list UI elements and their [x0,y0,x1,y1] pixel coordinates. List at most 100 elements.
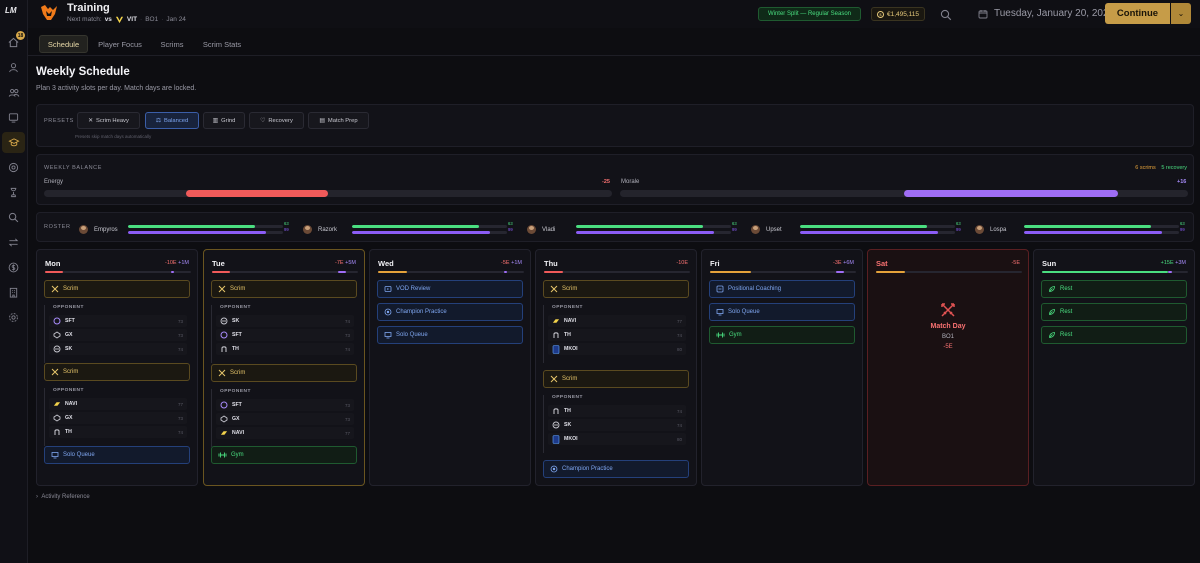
slot-solo-queue[interactable]: Solo Queue [377,326,523,344]
slot-scrim[interactable]: Scrim [211,364,357,382]
activity-reference-label: Activity Reference [41,494,90,500]
tab-scrims[interactable]: Scrims [154,35,190,53]
day-morale-bar-fill [835,271,845,273]
opponent-row[interactable]: GX 73 [49,412,187,424]
opponent-rating: 73 [344,332,350,338]
trophy-icon[interactable] [6,185,21,200]
roster-player[interactable]: Empyros [79,223,118,236]
slot-champion-practice[interactable]: Champion Practice [543,460,689,478]
opponent-row[interactable]: MKOI 80 [548,433,686,445]
day-energy-bar [544,271,690,273]
slot-rest[interactable]: Rest [1041,303,1187,321]
opponent-list: OPPONENT SFT 73 GX 73 SK 74 [44,305,190,363]
slot-solo-queue[interactable]: Solo Queue [44,446,190,464]
opponent-team: TH [564,332,571,338]
opponent-row[interactable]: SFT 73 [216,399,354,411]
opponent-row[interactable]: GX 73 [49,329,187,341]
slot-rest[interactable]: Rest [1041,280,1187,298]
opponent-row[interactable]: NAVI 77 [216,427,354,439]
opponent-rating: 77 [177,401,183,407]
team-navi-icon [53,400,61,408]
slot-solo-queue[interactable]: Solo Queue [709,303,855,321]
opponent-team: GX [65,332,73,338]
inbox-icon[interactable] [6,110,21,125]
team-icon[interactable] [6,85,21,100]
opponent-rating: 73 [344,402,350,408]
preset-scrim-heavy-button[interactable]: ✕ Scrim Heavy [77,112,140,129]
opponent-row[interactable]: TH 74 [216,343,354,355]
opponent-row[interactable]: SK 74 [49,343,187,355]
transfer-icon[interactable] [6,235,21,250]
tab-player-focus[interactable]: Player Focus [94,35,146,53]
opponent-row[interactable]: TH 74 [548,329,686,341]
day-energy: -10E [164,260,177,266]
player-bar-1 [800,225,955,228]
player-values: 63 99 [1180,221,1185,233]
opponent-team: NAVI [564,318,577,324]
day-stats: -3E +6M [833,260,854,266]
activity-label: Scrim [63,286,79,292]
activity-label: VOD Review [396,286,431,292]
slot-scrim[interactable]: Scrim [44,280,190,298]
tab-schedule[interactable]: Schedule [39,35,88,53]
preset-recovery-button[interactable]: ♡ Recovery [249,112,304,129]
day-morale: +1M [178,260,189,266]
roster-player[interactable]: Vladi [527,223,555,236]
opponent-team: SFT [232,332,242,338]
opponent-row[interactable]: NAVI 77 [548,315,686,327]
continue-button[interactable]: Continue [1105,3,1170,24]
continue-dropdown-button[interactable]: ⌄ [1171,3,1191,24]
opponent-team: NAVI [65,401,78,407]
scouting-icon[interactable] [6,160,21,175]
roster-player[interactable]: Upset [751,223,782,236]
opponent-row[interactable]: SK 74 [548,419,686,431]
roster-player[interactable]: Lospa [975,223,1006,236]
slot-scrim[interactable]: Scrim [211,280,357,298]
opponent-row[interactable]: SFT 73 [49,315,187,327]
activity-reference-toggle[interactable]: › Activity Reference [36,494,90,500]
split-badge: Winter Split — Regular Season [758,7,861,21]
day-morale-bar-fill [170,271,174,273]
opponent-row[interactable]: TH 74 [49,426,187,438]
budget-display: $ €1,495,115 [871,7,925,21]
training-icon[interactable] [2,132,25,153]
user-icon[interactable] [6,60,21,75]
day-stats: -7E +5M [335,260,356,266]
slot-gym[interactable]: Gym [211,446,357,464]
slot-scrim[interactable]: Scrim [44,363,190,381]
roster-player[interactable]: Razork [303,223,337,236]
morale-bar-fill [904,190,1118,197]
day-stats: -10E +1M [165,260,189,266]
settings-icon[interactable] [6,310,21,325]
slot-scrim[interactable]: Scrim [543,280,689,298]
opponent-list: OPPONENT TH 74 SK 74 MKOI 80 [543,395,689,453]
day-name: Tue [212,259,225,268]
morale-label: Morale [621,179,640,185]
slot-scrim[interactable]: Scrim [543,370,689,388]
finance-icon[interactable] [6,260,21,275]
opponent-row[interactable]: SFT 73 [216,329,354,341]
weekly-balance-panel: WEEKLY BALANCE 6 scrims 5 recovery Energ… [36,154,1194,205]
building-icon[interactable] [6,285,21,300]
match-date: Jan 24 [166,16,186,23]
slot-gym[interactable]: Gym [709,326,855,344]
activity-label: Rest [1060,309,1073,315]
next-match-label: Next match: [67,16,102,23]
slot-champion-practice[interactable]: Champion Practice [377,303,523,321]
preset-balanced-button[interactable]: ⚖ Balanced [145,112,199,129]
search-button[interactable] [940,8,952,21]
tab-scrim-stats[interactable]: Scrim Stats [197,35,247,53]
preset-match-prep-button[interactable]: ▤ Match Prep [308,112,369,129]
opponent-row[interactable]: SK 74 [216,315,354,327]
opponent-row[interactable]: GX 73 [216,413,354,425]
search-icon[interactable] [6,210,21,225]
opponent-row[interactable]: TH 74 [548,405,686,417]
slot-positional-coaching[interactable]: Positional Coaching [709,280,855,298]
preset-label: Recovery [268,117,293,124]
opponent-row[interactable]: NAVI 77 [49,398,187,410]
preset-grind-button[interactable]: ▥ Grind [203,112,245,129]
slot-rest[interactable]: Rest [1041,326,1187,344]
notification-badge: 18 [16,31,25,40]
slot-vod-review[interactable]: VOD Review [377,280,523,298]
opponent-row[interactable]: MKOI 80 [548,343,686,355]
